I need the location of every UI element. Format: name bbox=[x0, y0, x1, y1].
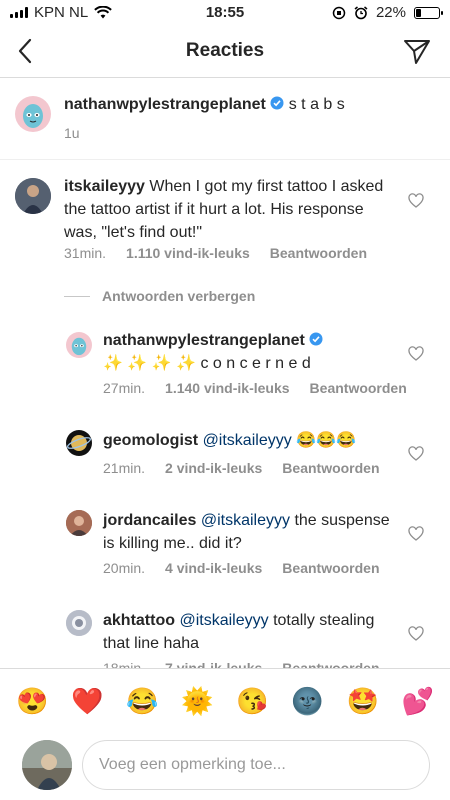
navigation-bar: Reacties bbox=[0, 26, 450, 78]
divider bbox=[64, 295, 90, 297]
reply-likes[interactable]: 2 vind-ik-leuks bbox=[165, 460, 262, 476]
reply-button[interactable]: Beantwoorden bbox=[282, 660, 379, 668]
like-heart-icon[interactable] bbox=[408, 626, 424, 642]
comment-input[interactable] bbox=[82, 740, 430, 790]
direct-message-icon[interactable] bbox=[402, 36, 432, 66]
caption-time: 1u bbox=[64, 125, 80, 141]
reply-mention[interactable]: @itskaileyyy bbox=[201, 512, 290, 529]
like-heart-icon[interactable] bbox=[408, 193, 424, 209]
reply-button[interactable]: Beantwoorden bbox=[310, 380, 407, 396]
avatar[interactable] bbox=[66, 430, 92, 456]
alarm-icon bbox=[354, 5, 368, 19]
comment-composer bbox=[0, 732, 450, 800]
emoji-quick-bar: 😍 ❤️ 😂 🌞 😘 🌚 🤩 💕 bbox=[0, 668, 450, 732]
reply-username[interactable]: akhtattoo bbox=[103, 612, 175, 629]
user-photo-icon bbox=[66, 510, 92, 536]
reply-meta: 18min. 7 vind-ik-leuks Beantwoorden bbox=[103, 660, 380, 668]
reply-username[interactable]: nathanwpylestrangeplanet bbox=[103, 332, 305, 349]
status-bar: KPN NL 18:55 22% bbox=[0, 0, 450, 26]
caption-text: nathanwpylestrangeplanet s t a b s bbox=[64, 93, 434, 116]
planet-avatar-icon bbox=[67, 435, 91, 451]
like-heart-icon[interactable] bbox=[408, 526, 424, 542]
reply-button[interactable]: Beantwoorden bbox=[270, 245, 367, 261]
emoji-red-heart-button[interactable]: ❤️ bbox=[71, 686, 103, 716]
reply-mention[interactable]: @itskaileyyy bbox=[179, 612, 268, 629]
reply-likes[interactable]: 1.140 vind-ik-leuks bbox=[165, 380, 290, 396]
reply-likes[interactable]: 4 vind-ik-leuks bbox=[165, 560, 262, 576]
reply-time: 18min. bbox=[103, 660, 146, 668]
comment-time: 31min. bbox=[64, 245, 107, 261]
reply-button[interactable]: Beantwoorden bbox=[282, 560, 379, 576]
battery-percent: 22% bbox=[375, 4, 406, 21]
avatar[interactable] bbox=[66, 332, 92, 358]
emoji-new-moon-face-button[interactable]: 🌚 bbox=[291, 686, 323, 716]
orientation-lock-icon bbox=[332, 6, 346, 19]
user-photo-icon bbox=[66, 610, 92, 636]
reply-meta: 20min. 4 vind-ik-leuks Beantwoorden bbox=[103, 560, 380, 576]
reply-text: jordancailes @itskaileyyy the suspense i… bbox=[103, 509, 393, 555]
emoji-sun-face-button[interactable]: 🌞 bbox=[181, 686, 213, 716]
hide-replies-label[interactable]: Antwoorden verbergen bbox=[102, 288, 255, 304]
avatar[interactable] bbox=[66, 610, 92, 636]
reply-meta: 27min. 1.140 vind-ik-leuks Beantwoorden bbox=[103, 380, 407, 396]
reply-text: nathanwpylestrangeplanet ✨ ✨ ✨ ✨ c o n c… bbox=[103, 329, 393, 375]
reply: geomologist @itskaileyyy 😂😂😂 21min. 2 vi… bbox=[0, 420, 450, 490]
reply-likes[interactable]: 7 vind-ik-leuks bbox=[165, 660, 262, 668]
reply-mention[interactable]: @itskaileyyy bbox=[203, 432, 292, 449]
reply-username[interactable]: jordancailes bbox=[103, 512, 196, 529]
reply-time: 27min. bbox=[103, 380, 146, 396]
caption-body: s t a b s bbox=[288, 96, 345, 113]
reply-text: geomologist @itskaileyyy 😂😂😂 bbox=[103, 429, 393, 452]
emoji-heart-eyes-button[interactable]: 😍 bbox=[16, 686, 48, 716]
reply-username[interactable]: geomologist bbox=[103, 432, 198, 449]
comment-likes[interactable]: 1.110 vind-ik-leuks bbox=[126, 245, 250, 261]
reply-time: 21min. bbox=[103, 460, 146, 476]
comment: itskaileyyy When I got my first tattoo I… bbox=[0, 160, 450, 280]
comment-text: itskaileyyy When I got my first tattoo I… bbox=[64, 175, 384, 244]
reply: nathanwpylestrangeplanet ✨ ✨ ✨ ✨ c o n c… bbox=[0, 320, 450, 410]
like-heart-icon[interactable] bbox=[408, 446, 424, 462]
reply-body: 😂😂😂 bbox=[296, 432, 356, 449]
reply: jordancailes @itskaileyyy the suspense i… bbox=[0, 500, 450, 590]
emoji-two-hearts-button[interactable]: 💕 bbox=[402, 686, 434, 716]
verified-badge-icon bbox=[309, 332, 323, 346]
reply-meta: 21min. 2 vind-ik-leuks Beantwoorden bbox=[103, 460, 380, 476]
emoji-kiss-button[interactable]: 😘 bbox=[236, 686, 268, 716]
reply-text: akhtattoo @itskaileyyy totally stealing … bbox=[103, 609, 393, 655]
emoji-star-struck-button[interactable]: 🤩 bbox=[346, 686, 378, 716]
page-title: Reacties bbox=[185, 40, 265, 61]
reply-time: 20min. bbox=[103, 560, 146, 576]
caption-username[interactable]: nathanwpylestrangeplanet bbox=[64, 96, 266, 113]
avatar[interactable] bbox=[15, 178, 51, 214]
emoji-tears-of-joy-button[interactable]: 😂 bbox=[126, 686, 158, 716]
user-photo-icon bbox=[15, 178, 51, 214]
avatar[interactable] bbox=[15, 96, 51, 132]
status-right: 22% bbox=[332, 4, 443, 21]
comment-meta: 31min. 1.110 vind-ik-leuks Beantwoorden bbox=[64, 245, 367, 261]
comment-username[interactable]: itskaileyyy bbox=[64, 178, 145, 195]
hide-replies-toggle[interactable]: Antwoorden verbergen bbox=[64, 288, 255, 304]
post-caption: nathanwpylestrangeplanet s t a b s 1u bbox=[0, 78, 450, 160]
like-heart-icon[interactable] bbox=[408, 346, 424, 362]
caption-meta: 1u bbox=[64, 125, 80, 141]
battery-fill bbox=[416, 8, 421, 17]
reply-body: ✨ ✨ ✨ ✨ c o n c e r n e d bbox=[103, 355, 311, 372]
user-photo-icon bbox=[22, 740, 72, 790]
strange-planet-avatar-icon bbox=[71, 337, 87, 356]
strange-planet-avatar-icon bbox=[23, 104, 43, 128]
battery-icon bbox=[414, 6, 443, 19]
verified-badge-icon bbox=[270, 96, 284, 110]
reply: akhtattoo @itskaileyyy totally stealing … bbox=[0, 600, 450, 668]
reply-button[interactable]: Beantwoorden bbox=[282, 460, 379, 476]
avatar[interactable] bbox=[66, 510, 92, 536]
avatar bbox=[22, 740, 72, 790]
